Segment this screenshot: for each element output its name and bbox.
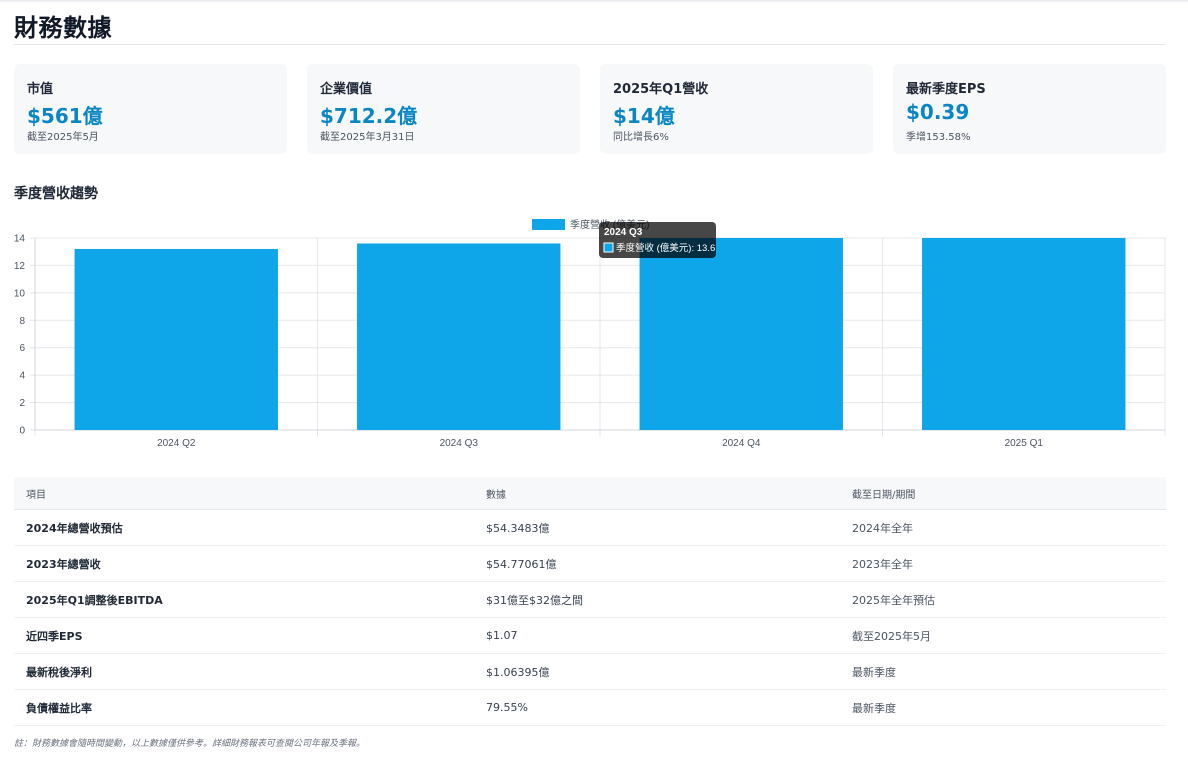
- cell-value: $31億至$32億之間: [486, 593, 583, 607]
- y-tick-label: 10: [14, 288, 26, 299]
- financial-table: 項目 數據 截至日期/期間 2024年總營收預估 $54.3483億 2024年…: [14, 477, 1166, 726]
- card-note: 截至2025年5月: [27, 132, 99, 143]
- bar-2024-q2[interactable]: [74, 248, 278, 430]
- y-tick-label: 12: [14, 261, 26, 272]
- cell-item: 負債權益比率: [26, 701, 92, 715]
- card-value: $14億: [613, 104, 675, 128]
- y-tick-label: 0: [19, 426, 25, 437]
- card-label: 2025年Q1營收: [613, 82, 709, 97]
- table-row: 2023年總營收 $54.77061億 2023年全年: [14, 546, 1166, 582]
- cell-value: $1.07: [486, 629, 518, 642]
- x-tick-label: 2024 Q3: [440, 438, 479, 449]
- cell-value: $1.06395億: [486, 665, 550, 679]
- tooltip-text: 季度營收 (億美元): 13.6: [616, 242, 715, 254]
- cell-period: 最新季度: [852, 701, 896, 715]
- cell-item: 近四季EPS: [26, 629, 83, 643]
- card-label: 企業價值: [320, 82, 373, 97]
- table-row: 最新稅後淨利 $1.06395億 最新季度: [14, 654, 1166, 690]
- cell-value: $54.3483億: [486, 521, 550, 535]
- title-divider: [14, 44, 1166, 45]
- revenue-bar-chart[interactable]: 0 2 4 6 8 10 12 14 2024 Q2 2024 Q3 2024 Q4 2025 Q1 季…: [0, 210, 1188, 460]
- card-note: 截至2025年3月31日: [320, 132, 415, 143]
- card-note: 季增153.58%: [906, 132, 971, 143]
- card-value: $561億: [27, 104, 103, 128]
- x-tick-label: 2025 Q1: [1005, 438, 1044, 449]
- table-row: 負債權益比率 79.55% 最新季度: [14, 690, 1166, 726]
- card-label: 最新季度EPS: [906, 82, 986, 97]
- metric-card-q1-revenue: 2025年Q1營收 $14億 同比增長6%: [600, 64, 873, 154]
- y-tick-label: 14: [14, 234, 26, 245]
- page-title: 財務數據: [14, 14, 112, 42]
- header-value: 數據: [486, 489, 506, 501]
- top-shadow: [0, 0, 1188, 3]
- bar-2024-q3[interactable]: [357, 243, 561, 430]
- cell-period: 2024年全年: [852, 521, 913, 535]
- bar-2025-q1[interactable]: [922, 238, 1126, 430]
- card-note: 同比增長6%: [613, 132, 669, 143]
- chart-section-title: 季度營收趨勢: [14, 186, 98, 202]
- cell-period: 截至2025年5月: [852, 629, 931, 643]
- table-row: 近四季EPS $1.07 截至2025年5月: [14, 618, 1166, 654]
- metric-card-enterprise-value: 企業價值 $712.2億 截至2025年3月31日: [307, 64, 580, 154]
- card-value: $712.2億: [320, 104, 418, 128]
- x-tick-label: 2024 Q2: [157, 438, 196, 449]
- x-tick-label: 2024 Q4: [722, 438, 761, 449]
- table-header: 項目 數據 截至日期/期間: [14, 477, 1166, 510]
- y-tick-label: 2: [19, 398, 25, 409]
- tooltip-title: 2024 Q3: [604, 227, 643, 238]
- card-value: $0.39: [906, 100, 970, 124]
- legend-swatch: [532, 219, 565, 230]
- y-tick-label: 6: [19, 343, 25, 354]
- card-label: 市值: [27, 82, 54, 97]
- table-row: 2024年總營收預估 $54.3483億 2024年全年: [14, 510, 1166, 546]
- bar-2024-q4[interactable]: [639, 238, 843, 430]
- metric-cards: 市值 $561億 截至2025年5月 企業價值 $712.2億 截至2025年3…: [14, 64, 1166, 154]
- cell-value: $54.77061億: [486, 557, 557, 571]
- cell-value: 79.55%: [486, 701, 528, 714]
- header-item: 項目: [26, 489, 46, 501]
- cell-item: 2024年總營收預估: [26, 521, 123, 535]
- cell-period: 2023年全年: [852, 557, 913, 571]
- footnote: 註：財務數據會隨時間變動，以上數據僅供參考。詳細財務報表可查閱公司年報及季報。: [14, 739, 366, 749]
- metric-card-market-cap: 市值 $561億 截至2025年5月: [14, 64, 287, 154]
- cell-item: 2023年總營收: [26, 557, 101, 571]
- cell-period: 最新季度: [852, 665, 896, 679]
- table-row: 2025年Q1調整後EBITDA $31億至$32億之間 2025年全年預估: [14, 582, 1166, 618]
- header-period: 截至日期/期間: [852, 489, 916, 501]
- cell-item: 最新稅後淨利: [26, 665, 92, 679]
- metric-card-eps: 最新季度EPS $0.39 季增153.58%: [893, 64, 1166, 154]
- tooltip-swatch: [603, 242, 614, 253]
- y-tick-label: 8: [19, 316, 25, 327]
- cell-period: 2025年全年預估: [852, 593, 935, 607]
- y-tick-label: 4: [19, 371, 25, 382]
- cell-item: 2025年Q1調整後EBITDA: [26, 593, 163, 607]
